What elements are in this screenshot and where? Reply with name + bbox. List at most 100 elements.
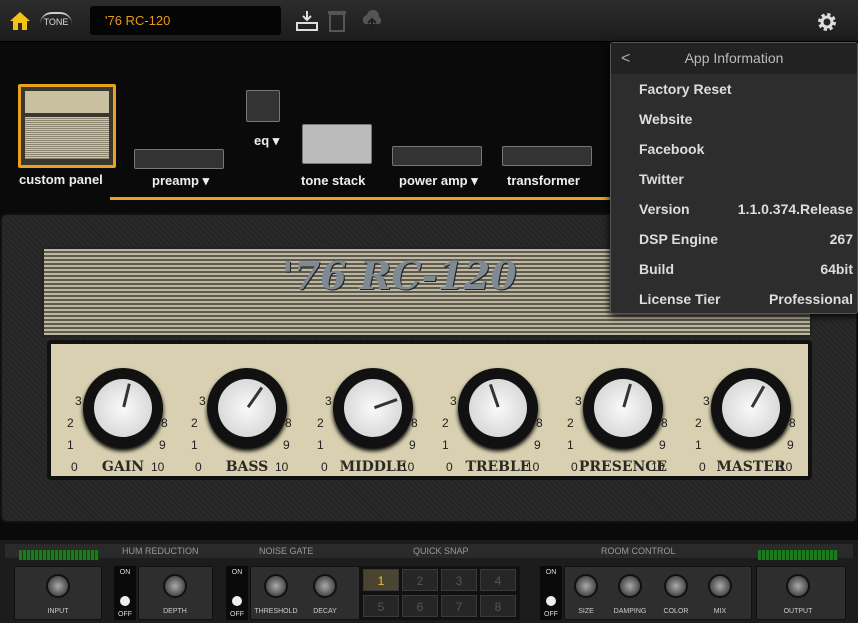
section-label: QUICK SNAP (413, 546, 469, 556)
knob-body[interactable] (333, 368, 413, 448)
on-off-switch[interactable]: ON OFF (114, 566, 136, 620)
module-label: transformer (507, 173, 580, 188)
quick-snap-6[interactable]: 6 (402, 595, 438, 617)
top-bar: TONE '76 RC-120 (0, 0, 858, 42)
knob-master[interactable]: 012345678910MASTER (681, 344, 821, 484)
size-knob[interactable] (574, 574, 598, 598)
scale-number: 3 (575, 394, 582, 408)
cloud-upload-icon[interactable] (360, 10, 384, 32)
damping-knob[interactable] (618, 574, 642, 598)
tonecloud-logo[interactable]: TONE (40, 12, 72, 32)
knob-pointer (622, 383, 632, 408)
knob-middle[interactable]: 012345678910MIDDLE (303, 344, 443, 484)
quick-snap-5[interactable]: 5 (363, 595, 399, 617)
input-knob[interactable] (46, 574, 70, 598)
scale-number: 3 (325, 394, 332, 408)
scale-number: 2 (442, 416, 449, 430)
preset-name-field[interactable]: '76 RC-120 (90, 6, 281, 35)
module-transformer[interactable] (502, 146, 592, 166)
knob-pointer (122, 383, 131, 408)
module-label[interactable]: eq ▾ (254, 133, 279, 149)
scale-number: 3 (703, 394, 710, 408)
scale-number: 2 (67, 416, 74, 430)
switch-handle (546, 596, 556, 606)
knob-presence[interactable]: 012345678910PRESENCE (553, 344, 693, 484)
scale-number: 2 (567, 416, 574, 430)
module-tone-stack[interactable] (302, 124, 372, 164)
decay-label: DECAY (313, 608, 337, 615)
module-power-amp[interactable] (392, 146, 482, 166)
quick-snap-4[interactable]: 4 (480, 569, 516, 591)
on-off-switch[interactable]: ON OFF (226, 566, 248, 620)
knob-body[interactable] (207, 368, 287, 448)
input-meter (19, 550, 99, 560)
menu-item[interactable]: Website (611, 104, 857, 134)
menu-item[interactable]: License Tier Professional (611, 284, 857, 314)
back-icon[interactable]: < (621, 43, 630, 74)
knob-body[interactable] (83, 368, 163, 448)
threshold-knob[interactable] (264, 574, 288, 598)
menu-item[interactable]: DSP Engine 267 (611, 224, 857, 254)
scale-number: 9 (409, 438, 416, 452)
home-icon[interactable] (9, 11, 31, 31)
on-off-switch[interactable]: ON OFF (540, 566, 562, 620)
scale-number: 8 (161, 416, 168, 430)
quick-snap-3[interactable]: 3 (441, 569, 477, 591)
output-meter (758, 550, 838, 560)
scale-number: 9 (283, 438, 290, 452)
on-label: ON (119, 569, 131, 576)
menu-item-label: Build (639, 261, 674, 277)
gear-icon[interactable] (816, 11, 838, 33)
knob-pointer (750, 385, 766, 408)
scale-number: 9 (159, 438, 166, 452)
scale-number: 8 (661, 416, 668, 430)
knob-bass[interactable]: 012345678910BASS (177, 344, 317, 484)
module-custom-panel[interactable] (18, 84, 116, 168)
app-information-menu: < App Information Factory Reset Website Fac… (610, 42, 858, 314)
color-knob[interactable] (664, 574, 688, 598)
knob-treble[interactable]: 012345678910TREBLE (428, 344, 568, 484)
depth-label: DEPTH (163, 608, 187, 615)
menu-item-label: License Tier (639, 291, 721, 307)
quick-snap-1[interactable]: 1 (363, 569, 399, 591)
decay-knob[interactable] (313, 574, 337, 598)
quick-snap-8[interactable]: 8 (480, 595, 516, 617)
module-label: custom panel (19, 172, 103, 187)
menu-item[interactable]: Build 64bit (611, 254, 857, 284)
knob-pointer (373, 398, 398, 410)
output-knob[interactable] (786, 574, 810, 598)
menu-item-label: Website (639, 111, 693, 127)
save-icon[interactable] (296, 10, 318, 32)
trash-icon[interactable] (327, 10, 347, 32)
knob-pointer (488, 383, 500, 408)
knob-body[interactable] (711, 368, 791, 448)
scale-number: 8 (789, 416, 796, 430)
menu-title: App Information (684, 50, 784, 66)
depth-knob[interactable] (163, 574, 187, 598)
quick-snap-2[interactable]: 2 (402, 569, 438, 591)
knob-gain[interactable]: 012345678910GAIN (53, 344, 193, 484)
quick-snap-grid: 1234 5678 (360, 566, 520, 620)
menu-item-value: 64bit (820, 261, 853, 277)
menu-item-value: 267 (829, 231, 853, 247)
knob-label: TREBLE (465, 459, 531, 475)
knob-body[interactable] (458, 368, 538, 448)
menu-item[interactable]: Facebook (611, 134, 857, 164)
scale-number: 9 (787, 438, 794, 452)
module-eq[interactable] (246, 90, 280, 122)
knob-label: MASTER (716, 459, 786, 475)
menu-item[interactable]: Factory Reset (611, 74, 857, 104)
knob-body[interactable] (583, 368, 663, 448)
quick-snap-7[interactable]: 7 (441, 595, 477, 617)
scale-number: 1 (442, 438, 449, 452)
menu-item[interactable]: Version 1.1.0.374.Release (611, 194, 857, 224)
module-preamp[interactable] (134, 149, 224, 169)
scale-number: 3 (75, 394, 82, 408)
scale-number: 8 (285, 416, 292, 430)
mix-knob[interactable] (708, 574, 732, 598)
module-label[interactable]: preamp ▾ (152, 173, 209, 189)
scale-number: 9 (659, 438, 666, 452)
knob-label: PRESENCE (578, 459, 668, 475)
module-label[interactable]: power amp ▾ (399, 173, 478, 189)
menu-item[interactable]: Twitter (611, 164, 857, 194)
